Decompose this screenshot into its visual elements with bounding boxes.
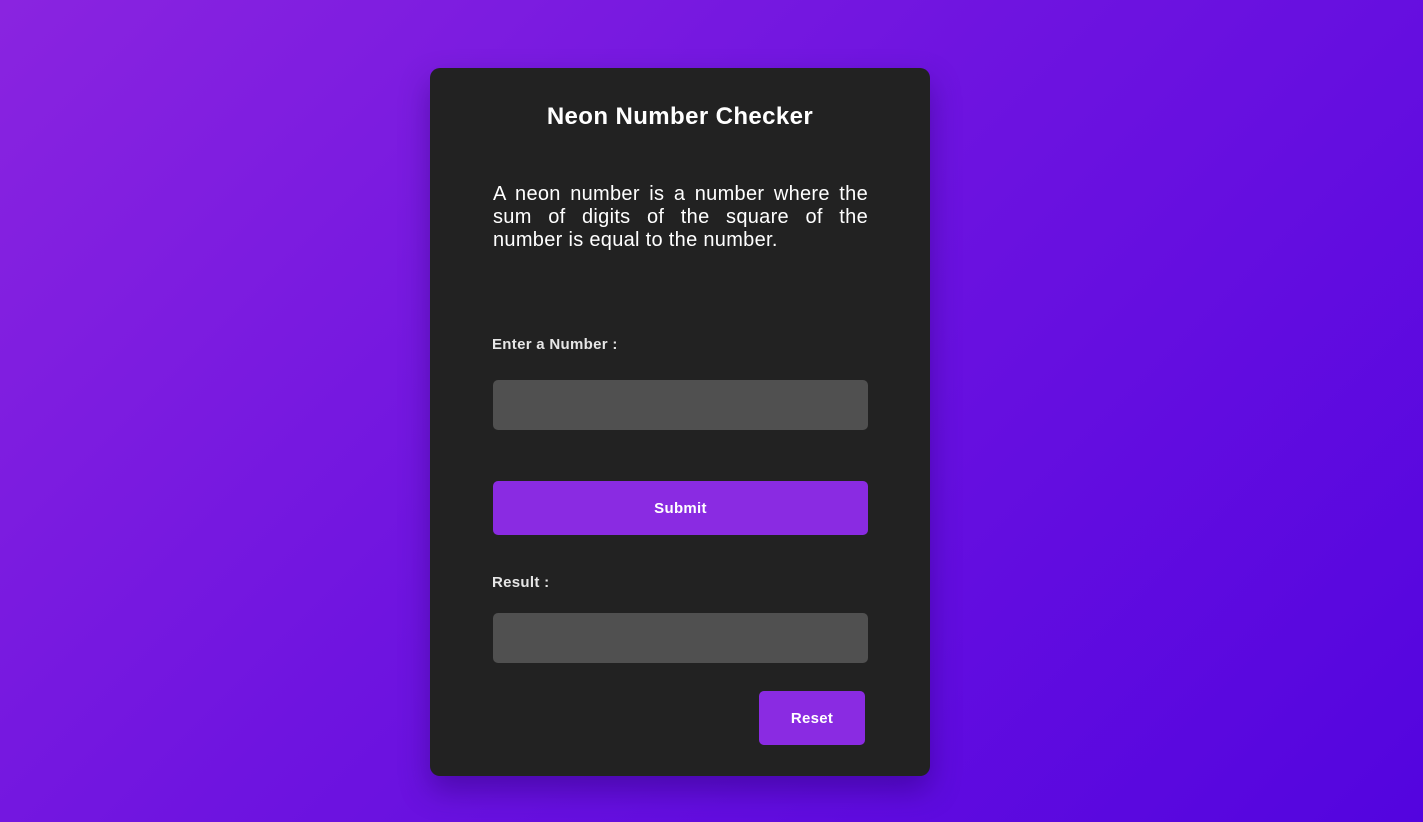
number-label: Enter a Number : [492,336,618,353]
neon-checker-card: Neon Number Checker A neon number is a n… [430,68,930,776]
submit-button[interactable]: Submit [493,481,868,535]
result-field [493,613,868,663]
description-text: A neon number is a number where the sum … [493,183,868,251]
number-input[interactable] [493,380,868,430]
reset-button[interactable]: Reset [759,691,865,745]
page-title: Neon Number Checker [546,103,814,130]
result-label: Result : [492,574,550,591]
